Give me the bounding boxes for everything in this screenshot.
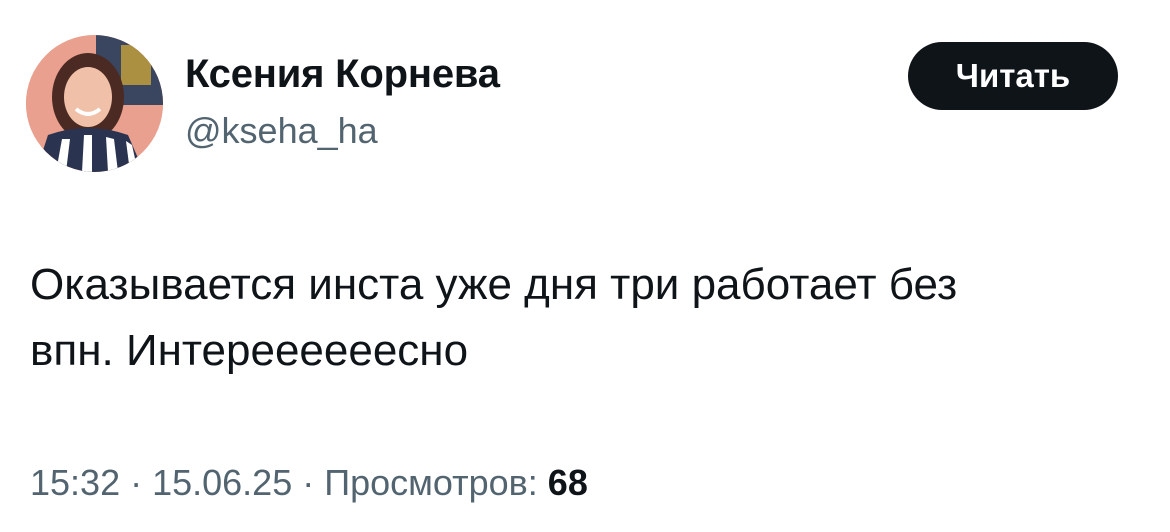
meta-separator: ·: [120, 462, 153, 503]
tweet-card: Ксения Корнева @kseha_ha Читать Оказывае…: [0, 0, 1170, 532]
avatar-image: [26, 35, 163, 172]
tweet-time[interactable]: 15:32: [30, 462, 120, 503]
views-label: Просмотров:: [324, 462, 548, 503]
tweet-date[interactable]: 15.06.25: [152, 462, 292, 503]
avatar[interactable]: [26, 35, 163, 172]
follow-button[interactable]: Читать: [908, 42, 1118, 110]
views-count: 68: [547, 462, 588, 503]
tweet-meta: 15:32 · 15.06.25 · Просмотров: 68: [30, 462, 588, 504]
author-handle[interactable]: @kseha_ha: [185, 110, 378, 152]
author-name[interactable]: Ксения Корнева: [185, 52, 500, 97]
meta-separator: ·: [292, 462, 325, 503]
tweet-text: Оказывается инста уже дня три работает б…: [30, 260, 958, 375]
